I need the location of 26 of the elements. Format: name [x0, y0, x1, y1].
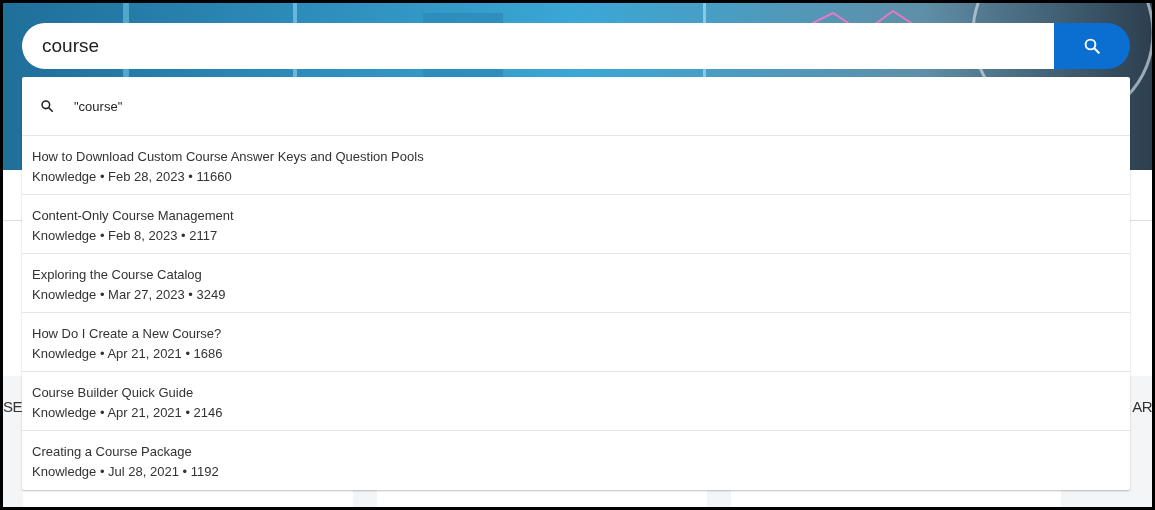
result-meta: Knowledge • Feb 8, 2023 • 2117	[32, 227, 218, 244]
result-item[interactable]: How to Download Custom Course Answer Keys and Question Pools Knowledge • Feb 28, 2023 • 11660	[22, 136, 1130, 195]
result-title: How to Download Custom Course Answer Keys and Question Pools	[32, 148, 424, 165]
result-item[interactable]: Content-Only Course Management Knowledge • Feb 8, 2023 • 2117	[22, 195, 1130, 254]
result-item[interactable]: How Do I Create a New Course? Knowledge • Apr 21, 2021 • 1686	[22, 313, 1130, 372]
result-meta: Knowledge • Feb 28, 2023 • 11660	[32, 168, 232, 185]
suggestion-text: "course"	[74, 98, 123, 114]
result-title: Course Builder Quick Guide	[32, 384, 194, 401]
section-heading: AR	[1132, 398, 1152, 417]
result-meta: Knowledge • Apr 21, 2021 • 1686	[32, 345, 223, 362]
result-item[interactable]: Creating a Course Package Knowledge • Jul 28, 2021 • 1192	[22, 431, 1130, 490]
result-title: Creating a Course Package	[32, 443, 192, 460]
result-meta: Knowledge • Apr 21, 2021 • 2146	[32, 404, 223, 421]
search-icon	[1083, 37, 1101, 55]
result-meta: Knowledge • Mar 27, 2023 • 3249	[32, 286, 226, 303]
result-meta: Knowledge • Jul 28, 2021 • 1192	[32, 463, 219, 480]
result-title: Content-Only Course Management	[32, 207, 234, 224]
result-item[interactable]: Course Builder Quick Guide Knowledge • Apr 21, 2021 • 2146	[22, 372, 1130, 431]
search-button[interactable]	[1054, 23, 1130, 69]
search-field[interactable]: course	[22, 23, 1054, 69]
search-suggestion[interactable]: "course"	[22, 77, 1130, 136]
result-title: How Do I Create a New Course?	[32, 325, 222, 342]
result-item[interactable]: Exploring the Course Catalog Knowledge • Mar 27, 2023 • 3249	[22, 254, 1130, 313]
search-icon	[40, 99, 54, 113]
section-heading: SE	[3, 398, 22, 417]
result-title: Exploring the Course Catalog	[32, 266, 202, 283]
